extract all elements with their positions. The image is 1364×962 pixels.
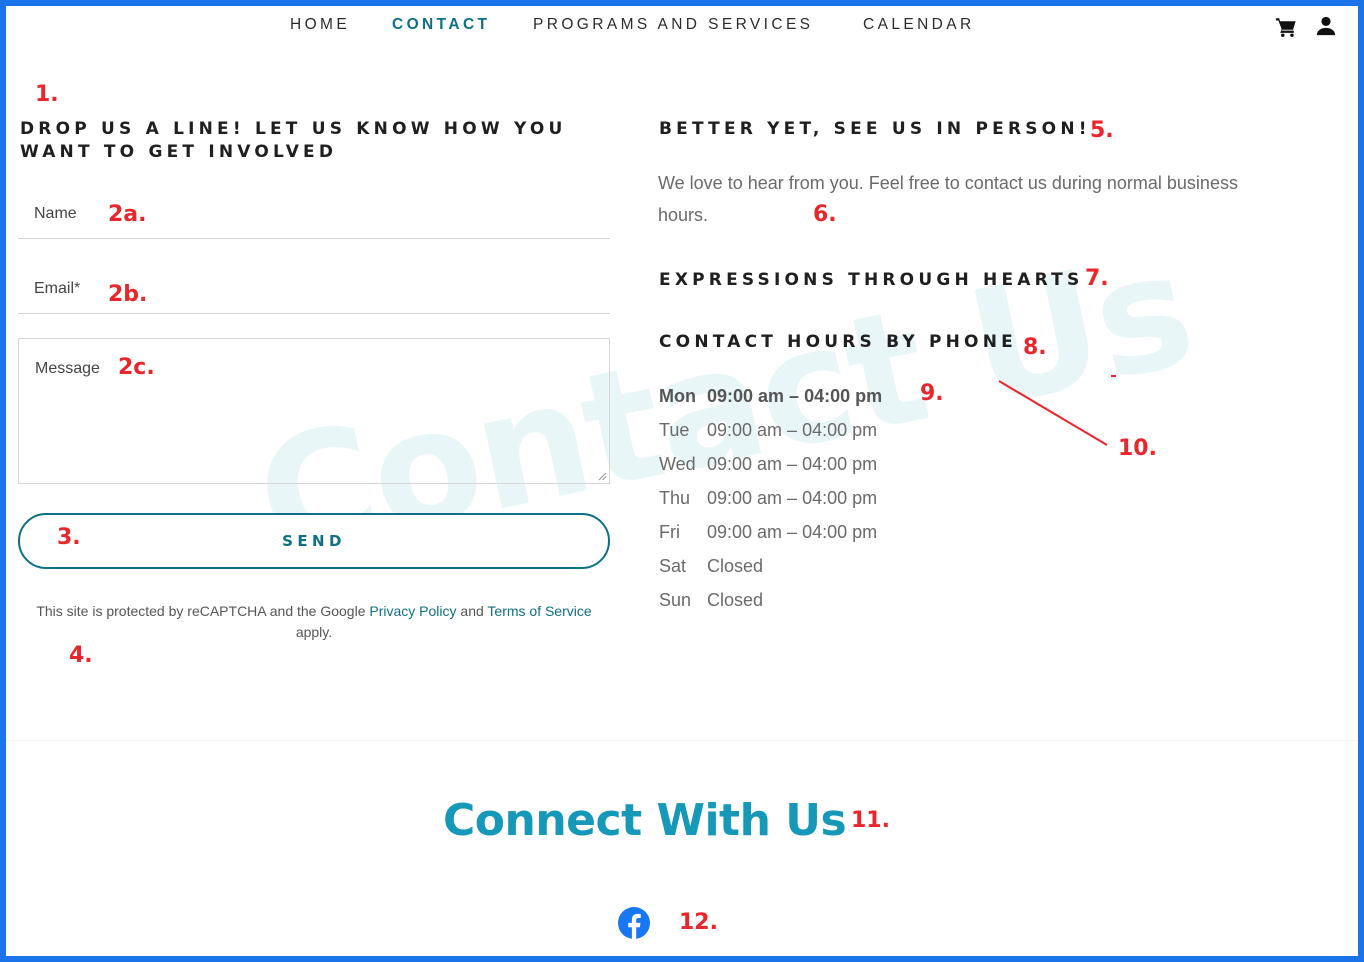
annotation-2c: 2c. bbox=[118, 355, 155, 380]
visit-heading: BETTER YET, SEE US IN PERSON! bbox=[659, 119, 1091, 139]
email-field[interactable] bbox=[18, 265, 610, 314]
annotation-4: 4. bbox=[69, 643, 93, 668]
recaptcha-notice: This site is protected by reCAPTCHA and … bbox=[18, 601, 610, 643]
hours-time: 09:00 am – 04:00 pm bbox=[707, 454, 878, 474]
privacy-policy-link[interactable]: Privacy Policy bbox=[369, 603, 456, 619]
user-icon[interactable] bbox=[1315, 15, 1337, 37]
resize-grip-icon[interactable] bbox=[598, 472, 607, 481]
annotation-5: 5. bbox=[1090, 118, 1114, 143]
form-heading: DROP US A LINE! LET US KNOW HOW YOU WANT… bbox=[20, 119, 567, 162]
recaptcha-prefix: This site is protected by reCAPTCHA and … bbox=[36, 603, 370, 619]
hours-day: Mon bbox=[659, 386, 696, 406]
name-field[interactable] bbox=[18, 190, 610, 239]
cart-icon[interactable] bbox=[1275, 16, 1297, 38]
hours-time: 09:00 am – 04:00 pm bbox=[707, 386, 883, 406]
terms-of-service-link[interactable]: Terms of Service bbox=[487, 603, 591, 619]
hours-day: Sun bbox=[659, 590, 692, 610]
hours-day: Fri bbox=[659, 522, 680, 542]
recaptcha-middle: and bbox=[456, 603, 488, 619]
connect-heading: Connect With Us bbox=[443, 795, 847, 846]
annotation-2a: 2a. bbox=[108, 202, 147, 227]
facebook-icon[interactable] bbox=[618, 907, 650, 939]
send-button[interactable]: SEND bbox=[18, 513, 610, 569]
hours-time: 09:00 am – 04:00 pm bbox=[707, 420, 878, 440]
hours-day: Sat bbox=[659, 556, 687, 576]
annotation-8: 8. bbox=[1023, 335, 1047, 360]
hours-time: Closed bbox=[707, 556, 764, 576]
message-field[interactable] bbox=[18, 338, 610, 484]
hours-time: 09:00 am – 04:00 pm bbox=[707, 522, 878, 542]
recaptcha-suffix: apply. bbox=[295, 624, 333, 640]
hours-day: Thu bbox=[659, 488, 691, 508]
nav-programs-and-services[interactable]: PROGRAMS AND SERVICES bbox=[533, 16, 813, 34]
annotation-9: 9. bbox=[920, 381, 944, 406]
section-divider bbox=[6, 740, 1358, 741]
annotation-11: 11. bbox=[851, 808, 890, 833]
hours-time: 09:00 am – 04:00 pm bbox=[707, 488, 878, 508]
annotation-10: 10. bbox=[1118, 436, 1157, 461]
annotation-6: 6. bbox=[813, 202, 837, 227]
visit-text: We love to hear from you. Feel free to c… bbox=[658, 173, 1238, 225]
top-nav: HOME CONTACT PROGRAMS AND SERVICES CALEN… bbox=[0, 16, 1364, 38]
hours-time: Closed bbox=[707, 590, 764, 610]
annotation-2b: 2b. bbox=[108, 282, 148, 307]
hours-day: Tue bbox=[659, 420, 690, 440]
nav-calendar[interactable]: CALENDAR bbox=[863, 16, 975, 34]
message-textarea[interactable] bbox=[19, 339, 609, 483]
annotation-12: 12. bbox=[679, 910, 718, 935]
name-input[interactable] bbox=[18, 190, 610, 238]
annotation-1: 1. bbox=[35, 82, 59, 107]
hours-day: Wed bbox=[659, 454, 696, 474]
email-input[interactable] bbox=[18, 265, 610, 313]
org-name: EXPRESSIONS THROUGH HEARTS bbox=[659, 270, 1084, 290]
nav-contact[interactable]: CONTACT bbox=[392, 16, 490, 34]
hours-heading: CONTACT HOURS BY PHONE bbox=[659, 332, 1017, 352]
annotation-3: 3. bbox=[57, 525, 81, 550]
nav-home[interactable]: HOME bbox=[290, 16, 350, 34]
annotation-7: 7. bbox=[1085, 266, 1109, 291]
